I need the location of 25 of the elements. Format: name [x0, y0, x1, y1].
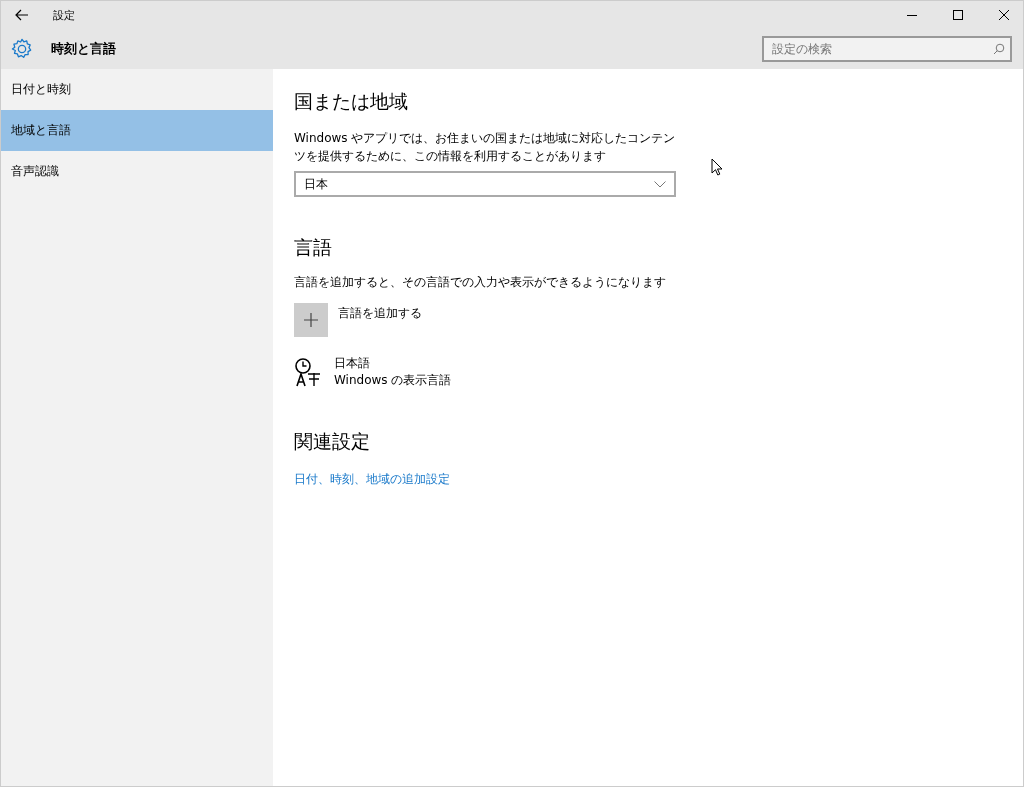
sidebar-item[interactable]: 日付と時刻	[1, 69, 273, 110]
section-heading: 言語	[294, 235, 332, 260]
add-icon[interactable]	[294, 303, 328, 337]
close-icon[interactable]	[999, 10, 1009, 20]
section-heading: 国または地域	[294, 89, 408, 114]
add-language-link[interactable]: 言語を追加する	[338, 305, 422, 322]
sidebar-item[interactable]: 地域と言語	[1, 110, 273, 151]
search-field[interactable]: 設定の検索	[762, 36, 1012, 62]
mouse-pointer-icon	[711, 158, 723, 176]
search-icon[interactable]	[993, 43, 1005, 55]
maximize-icon[interactable]	[953, 10, 963, 20]
settings-icon	[11, 38, 33, 60]
section-heading: 関連設定	[294, 429, 370, 454]
language-icon	[294, 357, 322, 387]
sidebar-item[interactable]: 音声認識	[1, 151, 273, 192]
description-text: Windows やアプリでは、お住まいの国または地域に対応したコンテンツを提供するために、この情報を利用することがあります	[294, 130, 677, 165]
country-dropdown[interactable]: 日本	[294, 171, 676, 197]
page-title: 時刻と言語	[51, 40, 116, 58]
language-name: 日本語	[334, 355, 371, 372]
settings-link[interactable]: 日付、時刻、地域の追加設定	[294, 471, 450, 488]
description-text: 言語を追加すると、その言語での入力や表示ができるようになります	[294, 274, 666, 291]
window-title: 設定	[53, 7, 75, 23]
language-note: Windows の表示言語	[334, 372, 452, 389]
chevron-down-icon	[654, 180, 666, 188]
back-arrow-icon[interactable]	[15, 9, 29, 21]
